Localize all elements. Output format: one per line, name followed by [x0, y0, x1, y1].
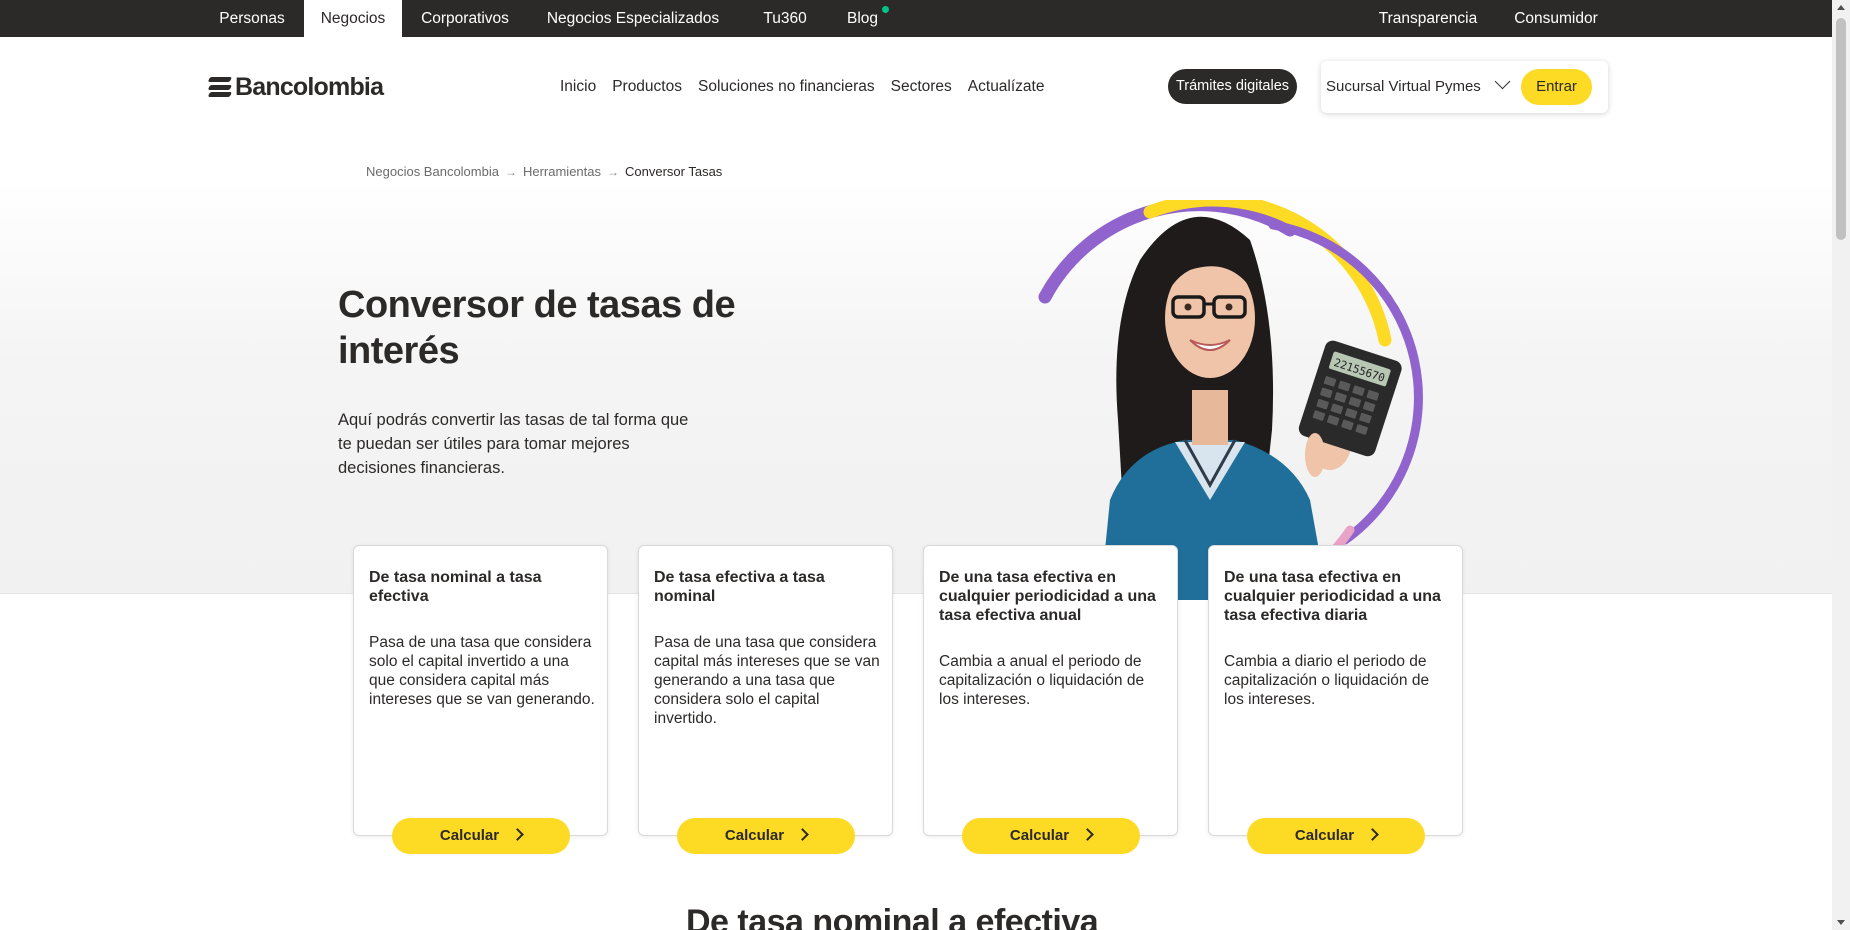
scroll-up-icon[interactable]	[1837, 5, 1845, 10]
chevron-right-icon	[1081, 828, 1094, 841]
tab-blog[interactable]: Blog	[838, 0, 898, 37]
hero-description: Aquí podrás convertir las tasas de tal f…	[338, 411, 689, 477]
card-title: De una tasa efectiva en cualquier period…	[1224, 569, 1441, 624]
logo-text: Bancolombia	[235, 72, 384, 101]
tab-negocios-especializados-label: Negocios Especializados	[546, 10, 720, 27]
card-title: De una tasa efectiva en cualquier period…	[939, 569, 1156, 624]
calcular-button[interactable]: Calcular	[1247, 818, 1425, 854]
calcular-button-label: Calcular	[1009, 827, 1070, 844]
page-title: Conversor de tasas de interés	[338, 284, 736, 372]
card-efectiva-a-nominal: De tasa efectiva a tasa nominal Pasa de …	[638, 545, 893, 836]
tab-blog-label: Blog	[846, 10, 879, 27]
arrow-right-icon: →	[607, 164, 619, 179]
link-consumidor[interactable]: Consumidor	[1508, 0, 1604, 37]
section-title: De tasa nominal a efectiva	[686, 903, 1099, 930]
login-box: Sucursal Virtual Pymes Entrar	[1321, 61, 1608, 113]
scroll-down-icon[interactable]	[1837, 920, 1845, 925]
card-description: Pasa de una tasa que considera solo el c…	[369, 634, 595, 708]
scrollbar-thumb[interactable]	[1836, 18, 1846, 240]
card-efectiva-a-diaria: De una tasa efectiva en cualquier period…	[1208, 545, 1463, 836]
tramites-digitales-button[interactable]: Trámites digitales	[1168, 69, 1297, 104]
bancolombia-logo-icon	[207, 77, 233, 97]
nav-productos[interactable]: Productos	[612, 78, 682, 96]
nav-inicio[interactable]: Inicio	[560, 78, 596, 96]
chevron-down-icon	[1494, 73, 1511, 90]
calcular-button[interactable]: Calcular	[392, 818, 570, 854]
tab-negocios-especializados[interactable]: Negocios Especializados	[538, 0, 728, 58]
calcular-button-label: Calcular	[439, 827, 500, 844]
breadcrumb-item[interactable]: Herramientas	[523, 164, 601, 179]
tab-tu360[interactable]: Tu360	[753, 0, 817, 37]
woman-with-calculator-image: 22155670	[1038, 200, 1423, 600]
sucursal-select[interactable]: Sucursal Virtual Pymes	[1326, 61, 1511, 113]
chevron-right-icon	[511, 828, 524, 841]
tab-personas[interactable]: Personas	[208, 0, 296, 37]
calcular-button-label: Calcular	[724, 827, 785, 844]
vertical-scrollbar[interactable]	[1832, 0, 1850, 930]
notification-dot-icon	[882, 6, 890, 13]
sucursal-select-label: Sucursal Virtual Pymes	[1326, 78, 1481, 95]
calcular-button[interactable]: Calcular	[962, 818, 1140, 854]
card-efectiva-a-anual: De una tasa efectiva en cualquier period…	[923, 545, 1178, 836]
chevron-right-icon	[796, 828, 809, 841]
hero-background	[0, 180, 1832, 594]
tab-negocios[interactable]: Negocios	[304, 0, 402, 37]
main-navigation: Inicio Productos Soluciones no financier…	[560, 78, 1044, 96]
nav-soluciones-no-financieras[interactable]: Soluciones no financieras	[698, 78, 875, 96]
card-description: Pasa de una tasa que considera capital m…	[654, 634, 880, 727]
calcular-button-label: Calcular	[1294, 827, 1355, 844]
card-title: De tasa nominal a tasa efectiva	[369, 569, 542, 605]
chevron-right-icon	[1366, 828, 1379, 841]
calcular-button[interactable]: Calcular	[677, 818, 855, 854]
bancolombia-logo[interactable]: Bancolombia	[207, 72, 384, 102]
card-title: De tasa efectiva a tasa nominal	[654, 569, 825, 605]
nav-actualizate[interactable]: Actualízate	[968, 78, 1045, 96]
breadcrumb: Negocios Bancolombia → Herramientas → Co…	[366, 164, 722, 179]
card-nominal-a-efectiva: De tasa nominal a tasa efectiva Pasa de …	[353, 545, 608, 836]
top-navigation-bar: Personas Negocios Corporativos Negocios …	[0, 0, 1832, 58]
breadcrumb-current: Conversor Tasas	[625, 164, 723, 179]
card-description: Cambia a anual el periodo de capitalizac…	[939, 653, 1145, 708]
link-transparencia[interactable]: Transparencia	[1375, 0, 1481, 37]
nav-sectores[interactable]: Sectores	[891, 78, 952, 96]
tab-corporativos[interactable]: Corporativos	[410, 0, 520, 37]
chevron-down-icon	[631, 45, 645, 58]
breadcrumb-item[interactable]: Negocios Bancolombia	[366, 164, 499, 179]
entrar-button[interactable]: Entrar	[1521, 69, 1592, 105]
card-description: Cambia a diario el periodo de capitaliza…	[1224, 653, 1430, 708]
arrow-right-icon: →	[504, 164, 517, 179]
